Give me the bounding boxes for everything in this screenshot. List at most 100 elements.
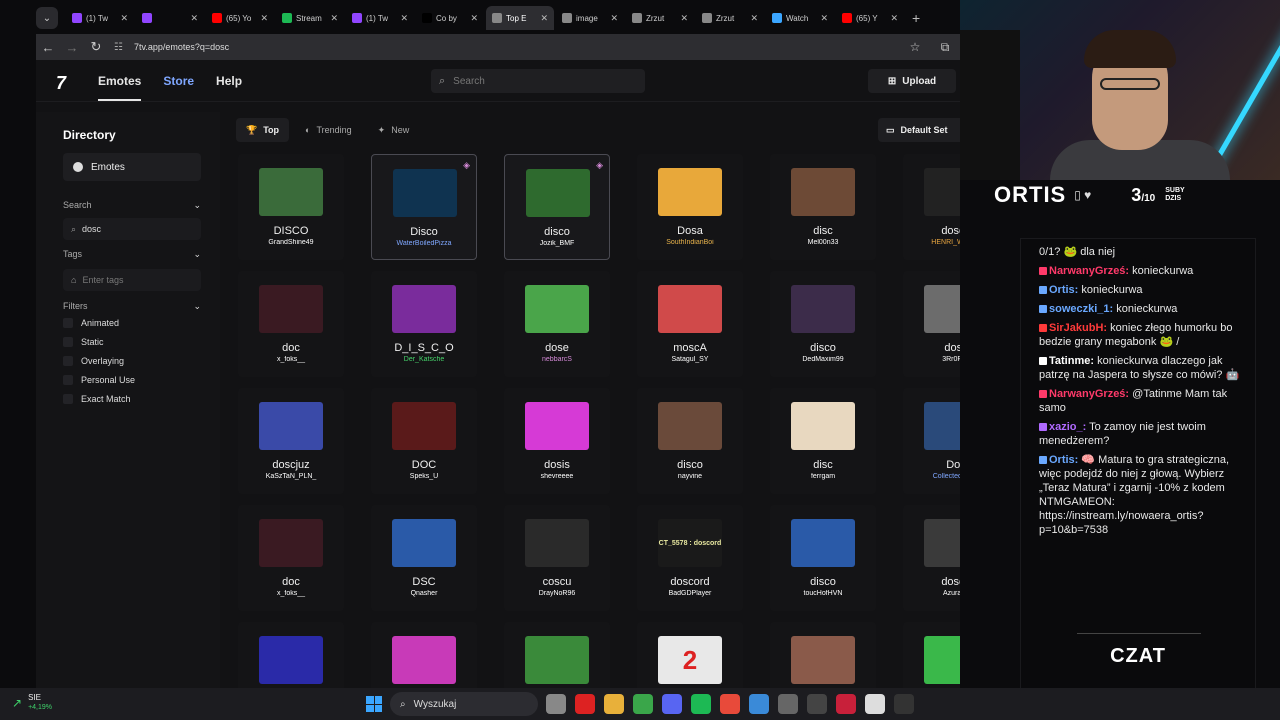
emote-card[interactable]: 2 xyxy=(637,622,743,688)
close-icon[interactable]: ✕ xyxy=(750,13,758,24)
discord-icon[interactable] xyxy=(662,694,682,714)
emote-card[interactable]: disco nayvine xyxy=(637,388,743,494)
emote-card[interactable]: doc x_foks__ xyxy=(238,271,344,377)
close-icon[interactable]: ✕ xyxy=(120,13,128,24)
steam-icon[interactable] xyxy=(778,694,798,714)
chat-username[interactable]: soweczki_1: xyxy=(1049,303,1113,315)
emote-card[interactable] xyxy=(770,622,876,688)
checkbox[interactable] xyxy=(63,318,73,328)
url-field[interactable]: 7tv.app/emotes?q=dosc xyxy=(130,42,900,52)
emote-card[interactable]: disc Mel00n33 xyxy=(770,154,876,260)
emote-card[interactable]: dosc 3Rr0Rek xyxy=(903,271,960,377)
emote-owner[interactable]: nebbarcS xyxy=(504,356,610,363)
emote-card[interactable]: disco DedMaxim99 xyxy=(770,271,876,377)
emote-card[interactable]: D_I_S_C_O Der_Katsche xyxy=(371,271,477,377)
emote-owner[interactable]: toucHofHVN xyxy=(770,590,876,597)
emote-card[interactable]: CT_5578 : doscord doscord BadGDPlayer xyxy=(637,505,743,611)
filter-checkbox[interactable]: Overlaying xyxy=(63,356,124,366)
emote-card[interactable]: dosco HENRI_WITH_I xyxy=(903,154,960,260)
tab-search-button[interactable]: ⌄ xyxy=(36,7,58,29)
epic-games-icon[interactable] xyxy=(894,694,914,714)
sidebar-search-field[interactable]: ⌕ dosc xyxy=(63,218,201,240)
emote-owner[interactable]: BadGDPlayer xyxy=(637,590,743,597)
bookmark-star-icon[interactable]: ☆ xyxy=(900,40,930,54)
nav-help[interactable]: Help xyxy=(216,61,242,101)
checkbox[interactable] xyxy=(63,375,73,385)
chat-username[interactable]: Ortis: xyxy=(1049,284,1078,296)
close-icon[interactable]: ✕ xyxy=(190,13,198,24)
upload-button[interactable]: ⊞ Upload xyxy=(868,69,956,93)
emote-card[interactable]: ◈ Disco WaterBoiledPizza xyxy=(371,154,477,260)
browser-tab[interactable]: Zrzut ✕ xyxy=(696,6,764,30)
widgets-button[interactable]: ↗ SIE +4,19% xyxy=(12,693,52,713)
browser-tab[interactable]: Co by ✕ xyxy=(416,6,484,30)
emote-card[interactable]: disc ferrgam xyxy=(770,388,876,494)
sidebar-item-emotes[interactable]: Emotes xyxy=(63,153,201,181)
extensions-icon[interactable]: ⧉ xyxy=(930,40,960,55)
browser-tab[interactable]: Stream ✕ xyxy=(276,6,344,30)
emote-owner[interactable]: DrayNoR96 xyxy=(504,590,610,597)
emote-owner[interactable]: 3Rr0Rek xyxy=(903,356,960,363)
chrome-icon[interactable] xyxy=(633,694,653,714)
emote-card[interactable]: DISCO GrandShine49 xyxy=(238,154,344,260)
emote-owner[interactable]: ferrgam xyxy=(770,473,876,480)
emote-owner[interactable]: Satagul_SY xyxy=(637,356,743,363)
opera-icon[interactable] xyxy=(575,694,595,714)
browser-tab[interactable]: Top E ✕ xyxy=(486,6,554,30)
browser-tab[interactable]: (1) Tw ✕ xyxy=(346,6,414,30)
emote-owner[interactable]: SouthIndianBoi xyxy=(637,239,743,246)
forward-icon[interactable]: → xyxy=(60,40,84,55)
emote-owner[interactable]: Azurah_ xyxy=(903,590,960,597)
checkbox[interactable] xyxy=(63,356,73,366)
emote-card[interactable] xyxy=(238,622,344,688)
taskbar-search[interactable]: ⌕ Wyszukaj xyxy=(390,692,538,716)
checkbox[interactable] xyxy=(63,394,73,404)
emote-owner[interactable]: x_foks__ xyxy=(238,590,344,597)
emote-card[interactable] xyxy=(504,622,610,688)
nav-store[interactable]: Store xyxy=(163,61,194,101)
browser-tab[interactable]: (65) Yo ✕ xyxy=(206,6,274,30)
close-icon[interactable]: ✕ xyxy=(330,13,338,24)
default-set-button[interactable]: ▭ Default Set xyxy=(878,118,960,142)
emote-card[interactable]: dosco Azurah_ xyxy=(903,505,960,611)
back-icon[interactable]: ← xyxy=(36,40,60,55)
browser-tab[interactable]: Zrzut ✕ xyxy=(626,6,694,30)
tags-field[interactable]: ⌂ Enter tags xyxy=(63,269,201,291)
close-icon[interactable]: ✕ xyxy=(820,13,828,24)
emote-card[interactable] xyxy=(903,622,960,688)
start-button[interactable] xyxy=(366,696,382,712)
emote-card[interactable]: DOC Speks_U xyxy=(371,388,477,494)
filter-checkbox[interactable]: Animated xyxy=(63,318,119,328)
site-info-icon[interactable]: ☷ xyxy=(114,42,130,53)
emote-card[interactable]: doc x_foks__ xyxy=(238,505,344,611)
emote-card[interactable]: Doc CollectedVibes xyxy=(903,388,960,494)
close-icon[interactable]: ✕ xyxy=(470,13,478,24)
close-icon[interactable]: ✕ xyxy=(400,13,408,24)
chat-username[interactable]: SirJakubH: xyxy=(1049,322,1107,334)
emote-owner[interactable]: nayvine xyxy=(637,473,743,480)
emote-card[interactable]: ◈ disco Jozik_BMF xyxy=(504,154,610,260)
chrome-profile-icon[interactable] xyxy=(720,694,740,714)
emote-card[interactable]: doscjuz KaSzTaN_PLN_ xyxy=(238,388,344,494)
close-icon[interactable]: ✕ xyxy=(540,13,548,24)
emote-card[interactable]: dose nebbarcS xyxy=(504,271,610,377)
task-view-icon[interactable] xyxy=(546,694,566,714)
emote-owner[interactable]: WaterBoiledPizza xyxy=(372,240,476,247)
emote-owner[interactable]: KaSzTaN_PLN_ xyxy=(238,473,344,480)
browser-tab[interactable]: (1) Tw ✕ xyxy=(66,6,134,30)
notion-icon[interactable] xyxy=(865,694,885,714)
tab-trending[interactable]: ◐ Trending xyxy=(295,118,362,142)
search-section-header[interactable]: Search ⌄ xyxy=(63,200,201,211)
emote-owner[interactable]: Speks_U xyxy=(371,473,477,480)
new-tab-button[interactable]: + xyxy=(912,10,920,26)
emote-card[interactable] xyxy=(371,622,477,688)
emote-owner[interactable]: Mel00n33 xyxy=(770,239,876,246)
spotify-icon[interactable] xyxy=(691,694,711,714)
close-icon[interactable]: ✕ xyxy=(610,13,618,24)
chat-username[interactable]: NarwanyGrześ: xyxy=(1049,388,1129,400)
emote-card[interactable]: dosis shevreeee xyxy=(504,388,610,494)
tab-new[interactable]: ✦ New xyxy=(368,118,420,142)
filters-section-header[interactable]: Filters ⌄ xyxy=(63,301,201,312)
emote-owner[interactable]: HENRI_WITH_I xyxy=(903,239,960,246)
emote-card[interactable]: moscA Satagul_SY xyxy=(637,271,743,377)
